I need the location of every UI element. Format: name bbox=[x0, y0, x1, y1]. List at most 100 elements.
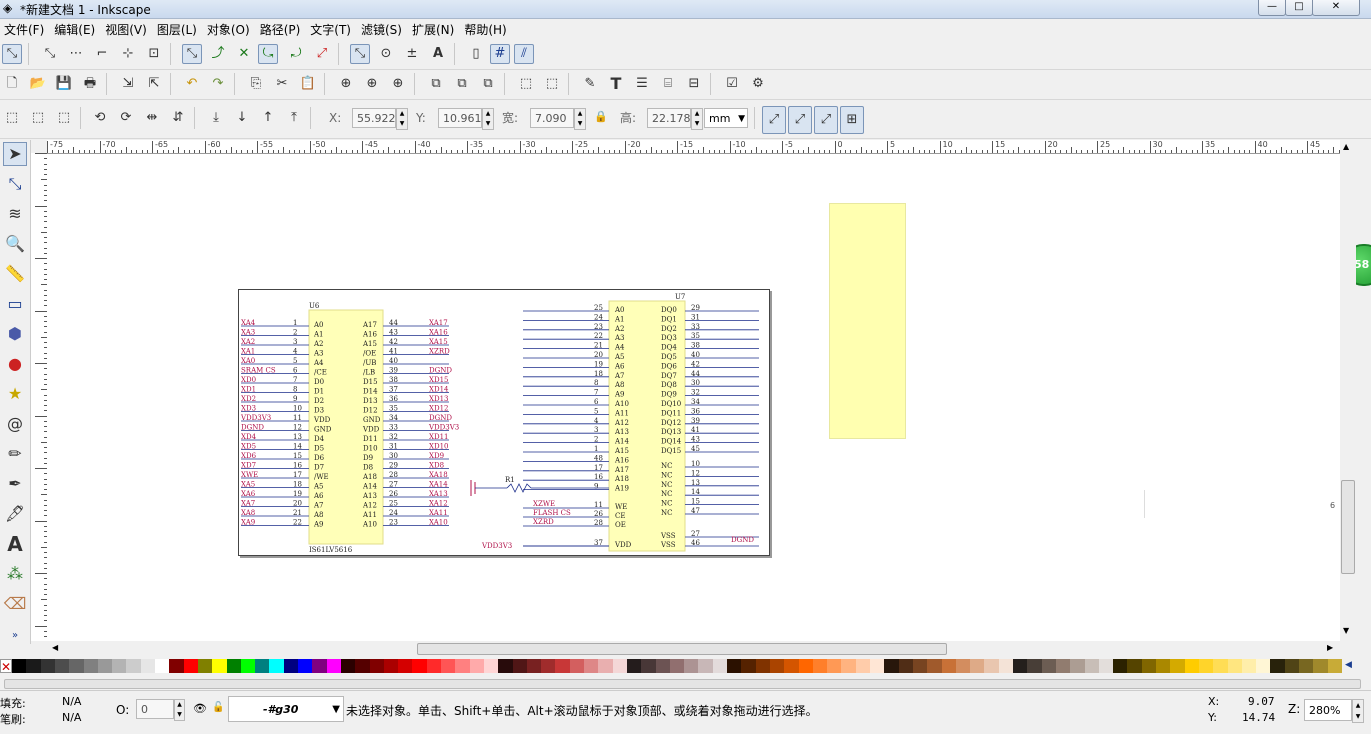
snap-nodes-icon[interactable]: ⤡ bbox=[182, 44, 202, 64]
copy-icon[interactable]: ⎘ bbox=[246, 74, 266, 94]
color-swatch[interactable] bbox=[884, 659, 900, 673]
snap-intersection-icon[interactable]: ✕ bbox=[234, 44, 254, 64]
color-swatch[interactable] bbox=[555, 659, 571, 673]
menu-help[interactable]: 帮助(H) bbox=[460, 19, 512, 38]
width-field[interactable]: 7.090 bbox=[530, 108, 574, 128]
y-spinner[interactable]: ▲ ▼ bbox=[482, 108, 494, 130]
color-swatch[interactable] bbox=[469, 659, 485, 673]
color-swatch[interactable] bbox=[655, 659, 671, 673]
paste-icon[interactable]: 📋 bbox=[298, 74, 318, 94]
color-swatch[interactable] bbox=[312, 659, 328, 673]
deselect-icon[interactable]: ⬚ bbox=[54, 108, 74, 128]
more-tools-icon[interactable]: » bbox=[3, 624, 27, 648]
unit-select[interactable]: mm ▼ bbox=[704, 108, 748, 128]
transform-patterns-icon[interactable]: ⊞ bbox=[840, 106, 864, 134]
opacity-field[interactable]: 0 bbox=[136, 699, 174, 719]
lock-icon[interactable]: 🔓 bbox=[212, 702, 224, 713]
drawing-canvas[interactable]: 6 U6 IS61LV5616 XA4 1 A0 A17 44 XA17 XA3 2 A1 A16 43… bbox=[47, 154, 1340, 641]
text-tool-icon[interactable]: A bbox=[3, 532, 27, 556]
color-swatch[interactable] bbox=[1041, 659, 1057, 673]
color-swatch[interactable] bbox=[698, 659, 714, 673]
scroll-left-icon[interactable]: ◀ bbox=[52, 643, 58, 652]
color-swatch[interactable] bbox=[97, 659, 113, 673]
color-swatch[interactable] bbox=[984, 659, 1000, 673]
color-swatch[interactable] bbox=[355, 659, 371, 673]
clone-icon[interactable]: ⧉ bbox=[452, 74, 472, 94]
align-distribute-icon[interactable]: ⊟ bbox=[684, 74, 704, 94]
color-swatch[interactable] bbox=[183, 659, 199, 673]
color-swatch[interactable] bbox=[941, 659, 957, 673]
color-swatch[interactable] bbox=[970, 659, 985, 673]
color-swatch[interactable] bbox=[598, 659, 614, 673]
selector-tool-icon[interactable]: ➤ bbox=[3, 142, 27, 166]
menu-edit[interactable]: 编辑(E) bbox=[50, 19, 101, 38]
color-swatch[interactable] bbox=[927, 659, 943, 673]
width-spinner[interactable]: ▲ ▼ bbox=[574, 108, 586, 130]
color-swatch[interactable] bbox=[1241, 659, 1257, 673]
color-swatch[interactable] bbox=[126, 659, 142, 673]
snap-text-icon[interactable]: A bbox=[428, 44, 448, 64]
text-font-icon[interactable]: T bbox=[606, 74, 626, 94]
rotate-ccw-icon[interactable]: ⟲ bbox=[90, 108, 110, 128]
color-swatch[interactable] bbox=[255, 659, 270, 673]
vertical-scrollbar[interactable]: ▲ ▼ bbox=[1340, 140, 1356, 643]
menu-text[interactable]: 文字(T) bbox=[306, 19, 357, 38]
color-swatch[interactable] bbox=[1313, 659, 1329, 673]
horizontal-scroll-thumb[interactable] bbox=[417, 643, 947, 655]
lower-icon[interactable]: ↓ bbox=[232, 108, 252, 128]
color-swatch[interactable] bbox=[1013, 659, 1028, 673]
color-swatch[interactable] bbox=[1270, 659, 1286, 673]
color-swatch[interactable] bbox=[955, 659, 971, 673]
snap-path-icon[interactable]: ⤴ bbox=[208, 44, 228, 64]
snap-toggle-icon[interactable]: ⤡ bbox=[2, 44, 22, 64]
color-swatch[interactable] bbox=[1141, 659, 1157, 673]
layers-icon[interactable]: ☰ bbox=[632, 74, 652, 94]
color-swatch[interactable] bbox=[727, 659, 742, 673]
flip-vertical-icon[interactable]: ⇵ bbox=[168, 108, 188, 128]
scroll-down-icon[interactable]: ▼ bbox=[1343, 626, 1349, 635]
color-swatch[interactable] bbox=[512, 659, 528, 673]
schematic-image[interactable]: U6 IS61LV5616 XA4 1 A0 A17 44 XA17 XA3 2 A1 A16 43 XA… bbox=[238, 289, 770, 556]
color-swatch[interactable] bbox=[541, 659, 556, 673]
color-swatch[interactable] bbox=[584, 659, 599, 673]
cut-icon[interactable]: ✂ bbox=[272, 74, 292, 94]
color-swatch[interactable] bbox=[155, 659, 170, 673]
scroll-right-icon[interactable]: ▶ bbox=[1327, 643, 1333, 652]
measure-tool-icon[interactable]: 📏 bbox=[3, 262, 27, 286]
color-swatch[interactable] bbox=[1127, 659, 1143, 673]
color-swatch[interactable] bbox=[1184, 659, 1200, 673]
eye-icon[interactable]: 👁 bbox=[193, 702, 207, 715]
color-swatch[interactable] bbox=[841, 659, 857, 673]
snap-text-baseline-icon[interactable]: ± bbox=[402, 44, 422, 64]
color-swatch[interactable] bbox=[140, 659, 156, 673]
ellipse-tool-icon[interactable]: ● bbox=[3, 352, 27, 376]
yellow-rectangle[interactable] bbox=[829, 203, 906, 439]
pen-tool-icon[interactable]: ✒ bbox=[3, 472, 27, 496]
color-swatch[interactable] bbox=[226, 659, 242, 673]
no-paint-swatch[interactable]: ✕ bbox=[0, 659, 12, 674]
color-swatch[interactable] bbox=[998, 659, 1014, 673]
export-icon[interactable]: ⇱ bbox=[144, 74, 164, 94]
color-swatch[interactable] bbox=[498, 659, 514, 673]
color-swatch[interactable] bbox=[626, 659, 642, 673]
color-swatch[interactable] bbox=[1098, 659, 1114, 673]
ungroup-icon[interactable]: ⬚ bbox=[542, 74, 562, 94]
lock-ratio-icon[interactable]: 🔒 bbox=[594, 110, 608, 123]
snap-rotation-center-icon[interactable]: ⊙ bbox=[376, 44, 396, 64]
color-swatch[interactable] bbox=[1055, 659, 1071, 673]
duplicate-icon[interactable]: ⧉ bbox=[426, 74, 446, 94]
horizontal-scrollbar[interactable]: ◀ ▶ bbox=[47, 642, 1340, 656]
xml-editor-icon[interactable]: ⌸ bbox=[658, 74, 678, 94]
menu-filters[interactable]: 滤镜(S) bbox=[357, 19, 408, 38]
rectangle-tool-icon[interactable]: ▭ bbox=[3, 292, 27, 316]
opacity-spinner[interactable]: ▲ ▼ bbox=[174, 699, 185, 721]
color-swatch[interactable] bbox=[526, 659, 542, 673]
color-swatch[interactable] bbox=[827, 659, 842, 673]
color-swatch[interactable] bbox=[69, 659, 84, 673]
menu-layer[interactable]: 图层(L) bbox=[153, 19, 203, 38]
snap-bbox-corner-icon[interactable]: ⌐ bbox=[92, 44, 112, 64]
zoom-spinner[interactable]: ▲ ▼ bbox=[1352, 699, 1364, 723]
node-tool-icon[interactable]: ⤡ bbox=[3, 172, 27, 196]
color-swatch[interactable] bbox=[426, 659, 442, 673]
color-swatch[interactable] bbox=[398, 659, 413, 673]
